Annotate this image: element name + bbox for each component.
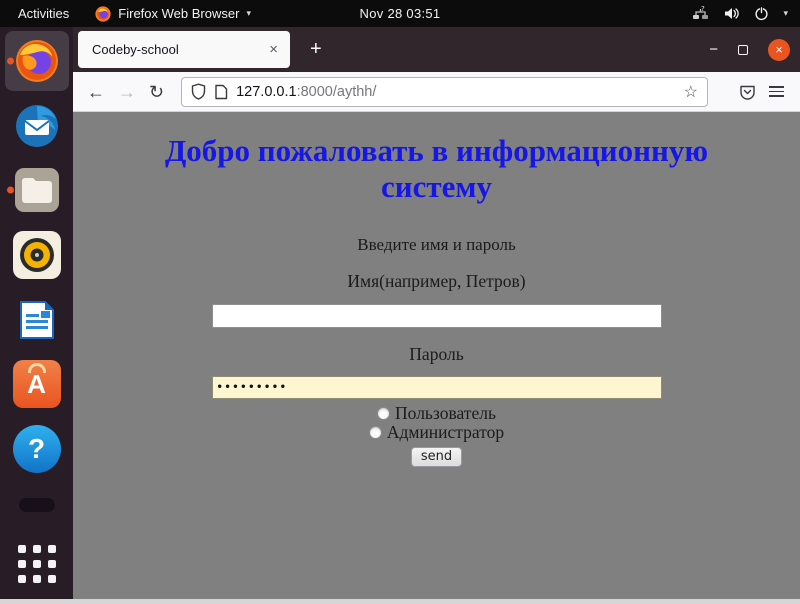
dock: A ? [0,27,73,599]
thunderbird-icon [13,102,61,150]
question-glyph: ? [28,433,45,465]
url-text[interactable]: 127.0.0.1:8000/aythh/ [236,84,676,100]
network-icon[interactable]: ? [692,6,709,21]
new-tab-button[interactable]: + [304,38,328,61]
top-bar: Activities Firefox Web Browser ▾ Nov 28 … [0,0,800,27]
intro-text: Введите имя и пароль [73,235,800,255]
name-input[interactable] [212,304,662,328]
dock-show-applications[interactable] [5,534,69,594]
name-label: Имя(например, Петров) [73,271,800,292]
radio-admin[interactable] [369,426,382,439]
tab-close-icon[interactable]: × [267,41,280,58]
svg-text:?: ? [701,6,705,13]
help-icon: ? [13,425,61,473]
send-button[interactable]: send [411,447,462,467]
page-content: Добро пожаловать в информационную систем… [73,112,800,599]
ubuntu-software-icon: A [13,360,61,408]
window-close-button[interactable]: × [768,39,790,61]
page-title: Добро пожаловать в информационную систем… [157,133,717,205]
shield-icon[interactable] [191,83,206,100]
radio-row-user: Пользователь [73,404,800,423]
window-minimize-button[interactable]: − [709,42,718,57]
page-info-icon[interactable] [214,84,228,100]
browser-toolbar: ← → ↻ 127.0.0.1:8000/aythh/ ☆ [73,72,800,112]
firefox-window: Codeby-school × + − × ← → ↻ 127.0.0.1:80… [73,27,800,599]
software-letter: A [27,369,46,400]
forward-button[interactable]: → [118,83,136,101]
running-indicator [7,187,14,194]
tab-codeby-school[interactable]: Codeby-school × [78,31,290,68]
pocket-icon[interactable] [739,84,756,100]
running-indicator [7,57,14,64]
dock-files[interactable] [5,160,69,220]
tab-bar: Codeby-school × + − × [73,27,800,72]
url-bar[interactable]: 127.0.0.1:8000/aythh/ ☆ [181,77,708,107]
dock-help[interactable]: ? [5,419,69,479]
url-host: 127.0.0.1 [236,84,296,100]
menu-icon-bar [769,86,784,88]
clock[interactable]: Nov 28 03:51 [0,6,800,21]
window-restore-button[interactable] [738,45,748,55]
dock-firefox[interactable] [5,31,69,91]
menu-icon-bar [769,91,784,93]
menu-icon-bar [769,95,784,97]
app-grid-icon [18,545,56,583]
libreoffice-writer-icon [13,296,61,344]
volume-icon[interactable] [723,6,740,21]
rhythmbox-icon [13,231,61,279]
radio-row-admin: Администратор [73,423,800,442]
dock-ubuntu-software[interactable]: A [5,354,69,414]
bookmark-star-icon[interactable]: ☆ [684,82,698,102]
firefox-icon [13,37,61,85]
screen-bottom-edge [0,599,800,604]
radio-admin-label[interactable]: Администратор [387,422,504,443]
tray-chevron-down-icon[interactable]: ▾ [783,8,788,19]
dock-separator [19,498,55,512]
url-path: :8000/aythh/ [297,84,377,100]
briefcase-handle [28,363,46,373]
dock-thunderbird[interactable] [5,96,69,156]
password-label: Пароль [73,344,800,365]
radio-user[interactable] [377,407,390,420]
menu-icon[interactable] [769,86,784,97]
back-button[interactable]: ← [87,83,105,101]
power-icon[interactable] [754,6,769,21]
password-input[interactable] [212,376,662,399]
tab-title: Codeby-school [92,42,267,57]
dock-libreoffice-writer[interactable] [5,290,69,350]
files-icon [13,166,61,214]
dock-rhythmbox[interactable] [5,225,69,285]
reload-button[interactable]: ↻ [149,83,164,101]
radio-user-label[interactable]: Пользователь [395,403,496,424]
